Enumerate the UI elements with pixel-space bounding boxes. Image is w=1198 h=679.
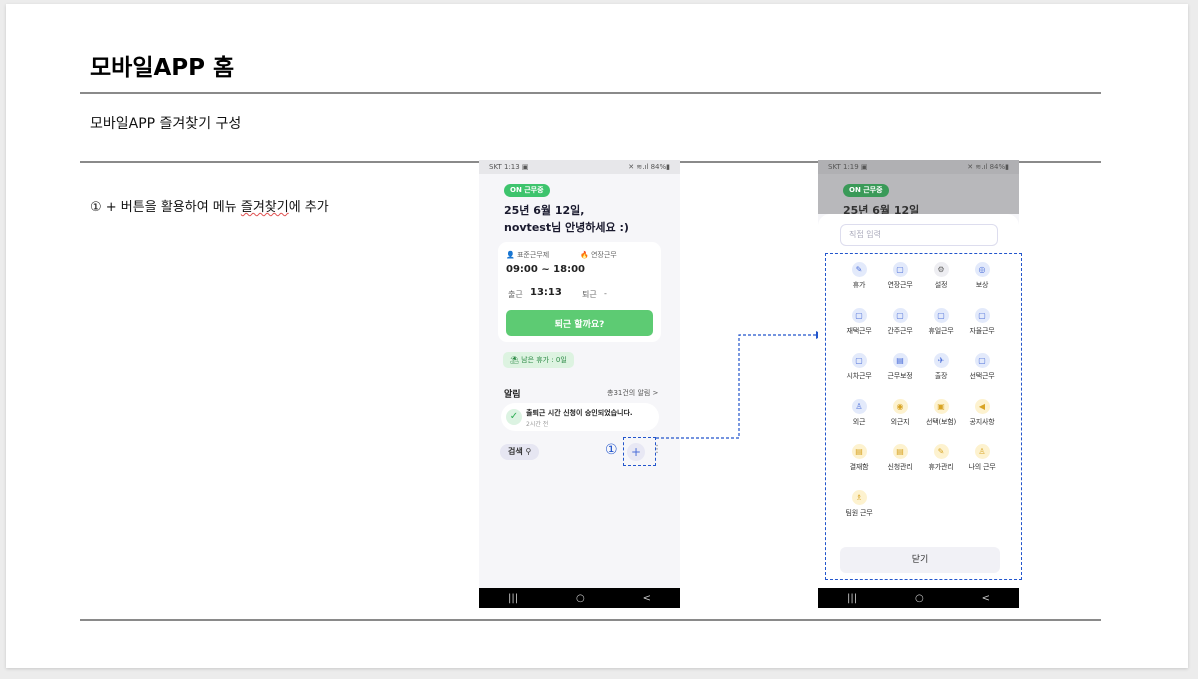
- step-marker: ①: [605, 442, 618, 458]
- work-hours: 09:00 ~ 18:00: [506, 264, 586, 275]
- status-left: SKT 1:13 ▣: [489, 163, 529, 171]
- phone-screen-home: SKT 1:13 ▣ ✕ ≋.ıl 84%▮ ON 근무중 25년 6월 12일…: [479, 160, 680, 608]
- step-description: ① + 버튼을 활용하여 메뉴 즐겨찾기에 추가: [90, 196, 329, 215]
- home-icon[interactable]: ○: [915, 593, 924, 604]
- back-icon[interactable]: <: [643, 593, 651, 604]
- status-right: ✕ ≋.ıl 84%▮: [967, 163, 1009, 171]
- checkout-button[interactable]: 퇴근 할까요?: [506, 310, 653, 336]
- working-status-badge: ON 근무중: [504, 184, 550, 197]
- alarm-more-link[interactable]: 총31건의 알림 >: [607, 388, 658, 398]
- work-status-card: 👤 표준근무제 🔥 연장근무 09:00 ~ 18:00 - 출근 13:13 …: [498, 242, 661, 342]
- system-nav-bar: ||| ○ <: [479, 588, 680, 608]
- alarm-time: 2시간 전: [526, 421, 549, 428]
- alarm-section-title: 알림: [504, 390, 521, 400]
- status-left: SKT 1:19 ▣: [828, 163, 868, 171]
- status-right: ✕ ≋.ıl 84%▮: [628, 163, 670, 171]
- checkin-time: 13:13: [530, 287, 562, 298]
- back-icon[interactable]: <: [982, 593, 990, 604]
- recent-apps-icon[interactable]: |||: [847, 593, 857, 604]
- overtime-label: 🔥 연장근무: [580, 251, 617, 259]
- step-text-suffix: 에 추가: [288, 200, 329, 215]
- direct-input-field[interactable]: 직접 입력: [840, 224, 998, 246]
- work-type-label: 👤 표준근무제: [506, 251, 550, 259]
- title-divider: [80, 92, 1101, 94]
- bottom-divider: [80, 619, 1101, 621]
- step-text-keyword: 즐겨찾기: [240, 200, 289, 215]
- greeting: 25년 6월 12일, novtest님 안녕하세요 :): [504, 202, 629, 236]
- search-label: 검색: [508, 447, 523, 456]
- home-icon[interactable]: ○: [576, 593, 585, 604]
- section-subtitle: 모바일APP 즐겨찾기 구성: [90, 116, 242, 132]
- greeting-message: novtest님 안녕하세요 :): [504, 221, 629, 234]
- overtime-value: -: [580, 266, 583, 275]
- plus-button-highlight: [623, 437, 656, 466]
- check-icon: ✓: [506, 409, 522, 425]
- status-bar: SKT 1:19 ▣ ✕ ≋.ıl 84%▮: [818, 160, 1019, 174]
- alarm-message: 출퇴근 시간 신청이 승인되었습니다.: [526, 409, 633, 417]
- search-button[interactable]: 검색 ⚲: [500, 444, 540, 460]
- status-bar: SKT 1:13 ▣ ✕ ≋.ıl 84%▮: [479, 160, 680, 174]
- menu-grid-highlight: [825, 253, 1022, 580]
- remaining-leave-text: 남은 휴가 : 0일: [521, 356, 567, 364]
- checkout-label: 퇴근: [582, 290, 597, 299]
- checkin-label: 출근: [508, 290, 523, 299]
- working-status-badge: ON 근무중: [843, 184, 889, 197]
- recent-apps-icon[interactable]: |||: [508, 593, 518, 604]
- step-text-prefix: ① + 버튼을 활용하여 메뉴: [90, 200, 241, 215]
- alarm-item[interactable]: ✓ 출퇴근 시간 신청이 승인되었습니다. 2시간 전: [501, 403, 659, 431]
- system-nav-bar: ||| ○ <: [818, 588, 1019, 608]
- checkout-value: -: [604, 289, 607, 298]
- remaining-leave-pill[interactable]: ⛱ 남은 휴가 : 0일: [503, 352, 574, 368]
- search-icon: ⚲: [525, 447, 532, 456]
- page-title: 모바일APP 홈: [90, 55, 235, 81]
- greeting-date: 25년 6월 12일,: [504, 204, 585, 217]
- leave-icon: ⛱: [510, 356, 519, 364]
